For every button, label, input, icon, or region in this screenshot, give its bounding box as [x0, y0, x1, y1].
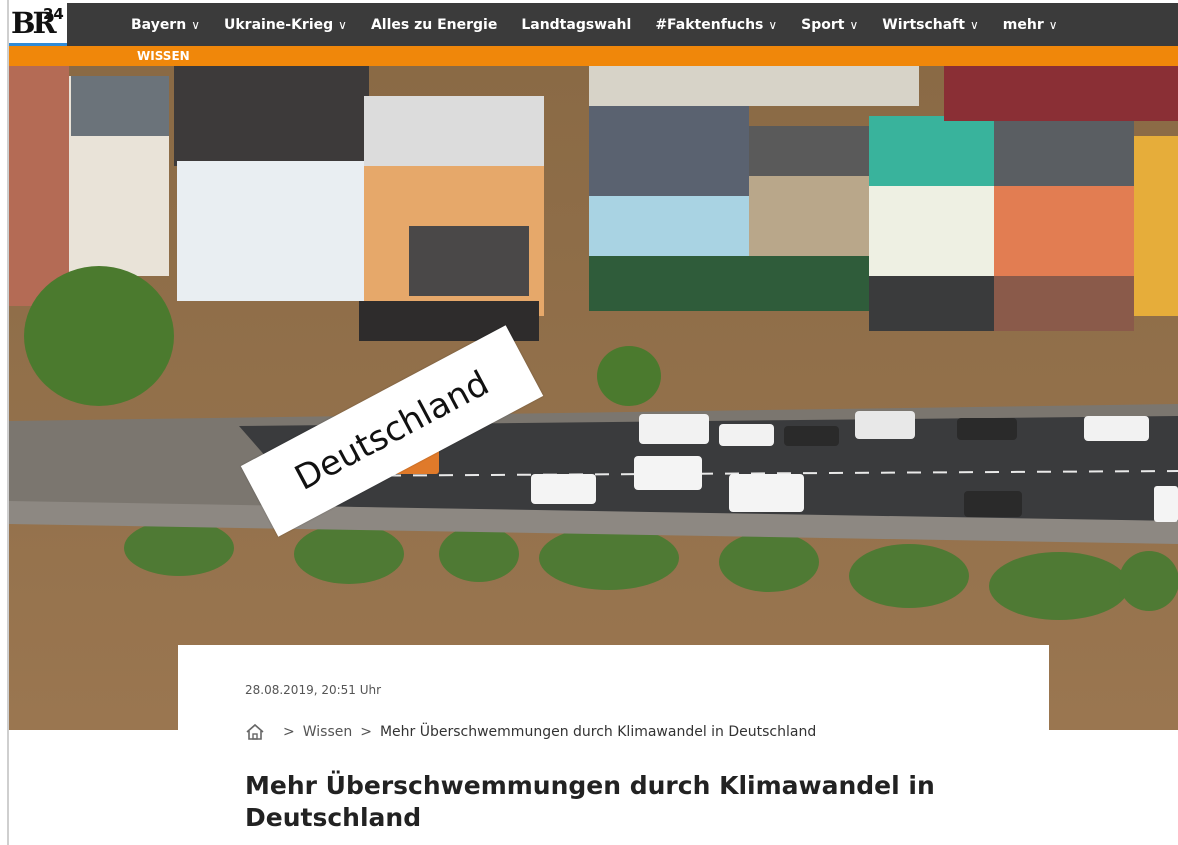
nav-item-landtagswahl[interactable]: Landtagswahl: [521, 17, 631, 33]
top-navigation-bar: BR 24 Bayern ∨ Ukraine-Krieg ∨ Alles zu En…: [9, 3, 1178, 46]
main-nav: Bayern ∨ Ukraine-Krieg ∨ Alles zu Energie …: [131, 3, 1082, 46]
nav-item-mehr[interactable]: mehr ∨: [1003, 17, 1058, 33]
chevron-down-icon: ∨: [338, 17, 347, 32]
chevron-down-icon: ∨: [849, 17, 859, 32]
article-title: Mehr Überschwemmungen durch Klimawandel …: [245, 771, 935, 832]
nav-item-energie[interactable]: Alles zu Energie: [371, 17, 497, 33]
logo-superscript: 24: [43, 5, 64, 23]
breadcrumb: > Wissen > Mehr Überschwemmungen durch K…: [245, 723, 816, 741]
logo-accent: [9, 43, 67, 66]
breadcrumb-item-current: Mehr Überschwemmungen durch Klimawandel …: [379, 724, 817, 740]
br24-logo[interactable]: BR 24: [9, 3, 67, 46]
hero-image-flooded-town: Deutschland: [9, 66, 1178, 730]
breadcrumb-item-wissen[interactable]: Wissen: [303, 724, 353, 740]
chevron-down-icon: ∨: [969, 17, 979, 32]
nav-item-sport[interactable]: Sport ∨: [801, 17, 858, 33]
breadcrumb-separator: >: [360, 724, 372, 740]
section-bar: WISSEN: [9, 43, 1178, 66]
nav-item-bayern[interactable]: Bayern ∨: [131, 17, 200, 33]
flood-photo: [9, 66, 1178, 730]
breadcrumb-separator: >: [283, 724, 295, 740]
article-date: 28.08.2019, 20:51 Uhr: [245, 683, 382, 697]
nav-item-faktenfuchs[interactable]: #Faktenfuchs ∨: [655, 17, 777, 33]
nav-item-wirtschaft[interactable]: Wirtschaft ∨: [882, 17, 978, 33]
article-header-card: 28.08.2019, 20:51 Uhr > Wissen > Mehr Üb…: [178, 645, 1049, 845]
nav-item-ukraine-krieg[interactable]: Ukraine-Krieg ∨: [224, 17, 347, 33]
chevron-down-icon: ∨: [1048, 17, 1058, 32]
chevron-down-icon: ∨: [191, 17, 200, 32]
section-tab-wissen[interactable]: WISSEN: [129, 46, 198, 66]
home-icon[interactable]: [245, 723, 265, 741]
chevron-down-icon: ∨: [768, 17, 778, 32]
